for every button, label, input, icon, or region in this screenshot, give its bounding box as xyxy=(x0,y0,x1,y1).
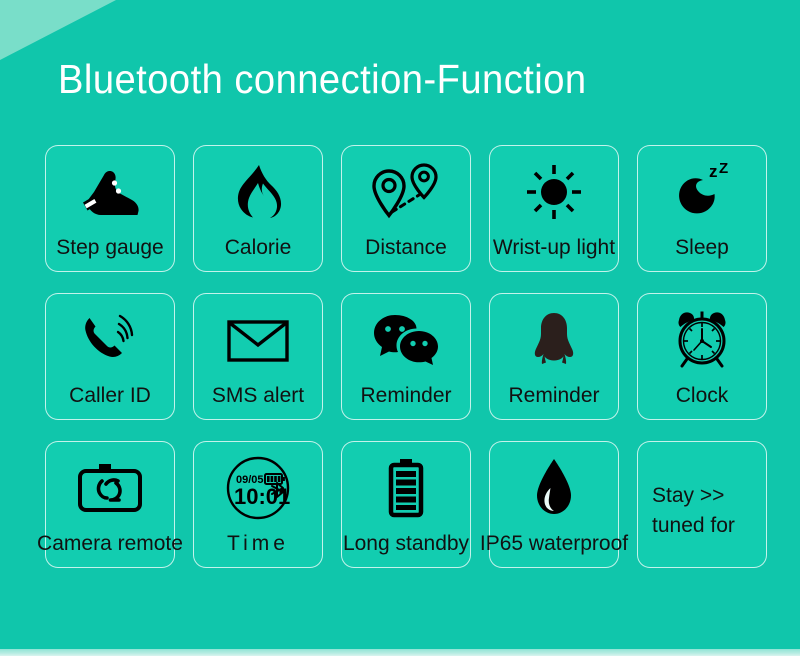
feature-card-label: Caller ID xyxy=(69,384,151,407)
feature-card-label: Distance xyxy=(365,236,447,259)
watch-face-icon: 09/05 10:01 xyxy=(194,452,322,524)
phone-ringing-icon xyxy=(46,304,174,376)
feature-card-step-gauge[interactable]: Step gauge xyxy=(45,145,175,272)
svg-text:Z: Z xyxy=(719,163,728,177)
bottom-white-strip xyxy=(0,656,800,664)
feature-card-camera-remote[interactable]: Camera remote xyxy=(37,441,183,568)
feature-card-label: Wrist-up light xyxy=(492,236,616,259)
feature-card-label: IP65 waterproof xyxy=(479,532,629,555)
feature-card-wrist-up-light[interactable]: Wrist-up light xyxy=(489,145,619,272)
feature-card-label: SMS alert xyxy=(211,384,305,407)
page-title: Bluetooth connection-Function xyxy=(58,56,587,102)
wechat-bubbles-icon xyxy=(342,304,470,376)
shoe-icon xyxy=(46,156,174,228)
battery-icon xyxy=(264,473,285,485)
sun-icon xyxy=(490,156,618,228)
feature-card-label: Time xyxy=(227,532,289,555)
feature-card-label: Stay >> tuned for xyxy=(652,484,735,537)
svg-text:z: z xyxy=(709,163,718,181)
feature-card-label: Calorie xyxy=(224,236,292,259)
camera-timer-icon xyxy=(46,452,174,524)
feature-card-caller-id[interactable]: Caller ID xyxy=(45,293,175,420)
flame-icon xyxy=(194,156,322,228)
envelope-icon xyxy=(194,304,322,376)
feature-card-label: Clock xyxy=(675,384,729,407)
feature-card-label: Sleep xyxy=(675,236,729,259)
feature-card-label: Long standby xyxy=(342,532,470,555)
feature-card-stay-tuned[interactable]: Stay >> tuned for xyxy=(637,441,767,568)
bottom-accent-band xyxy=(0,649,800,656)
feature-card-label: Reminder xyxy=(508,384,600,407)
map-pins-route-icon xyxy=(342,156,470,228)
feature-row: Step gauge Calorie Distance Wrist-up lig… xyxy=(45,145,767,272)
water-drop-icon xyxy=(490,452,618,524)
moon-zz-icon: z Z xyxy=(638,156,766,228)
feature-card-reminder-qq[interactable]: Reminder xyxy=(489,293,619,420)
corner-accent-triangle xyxy=(0,0,116,60)
feature-card-label: Reminder xyxy=(360,384,452,407)
feature-card-label: Step gauge xyxy=(56,236,164,259)
feature-row: Caller ID SMS alert Reminder Reminder Cl… xyxy=(45,293,767,420)
feature-row: Camera remote 09/05 10:01 Time Long stan… xyxy=(37,441,767,568)
feature-grid: Step gauge Calorie Distance Wrist-up lig… xyxy=(37,145,767,589)
feature-card-ip65-waterproof[interactable]: IP65 waterproof xyxy=(480,441,628,568)
feature-card-sleep[interactable]: z Z Sleep xyxy=(637,145,767,272)
feature-card-label: Camera remote xyxy=(37,532,183,555)
feature-card-sms-alert[interactable]: SMS alert xyxy=(193,293,323,420)
qq-penguin-icon xyxy=(490,304,618,376)
alarm-clock-icon xyxy=(638,304,766,376)
page-root: Bluetooth connection-Function Step gauge xyxy=(0,0,800,664)
battery-icon xyxy=(342,452,470,524)
feature-card-calorie[interactable]: Calorie xyxy=(193,145,323,272)
feature-card-reminder-wechat[interactable]: Reminder xyxy=(341,293,471,420)
feature-card-time[interactable]: 09/05 10:01 Time xyxy=(193,441,323,568)
feature-card-distance[interactable]: Distance xyxy=(341,145,471,272)
feature-card-clock[interactable]: Clock xyxy=(637,293,767,420)
feature-card-long-standby[interactable]: Long standby xyxy=(341,441,471,568)
